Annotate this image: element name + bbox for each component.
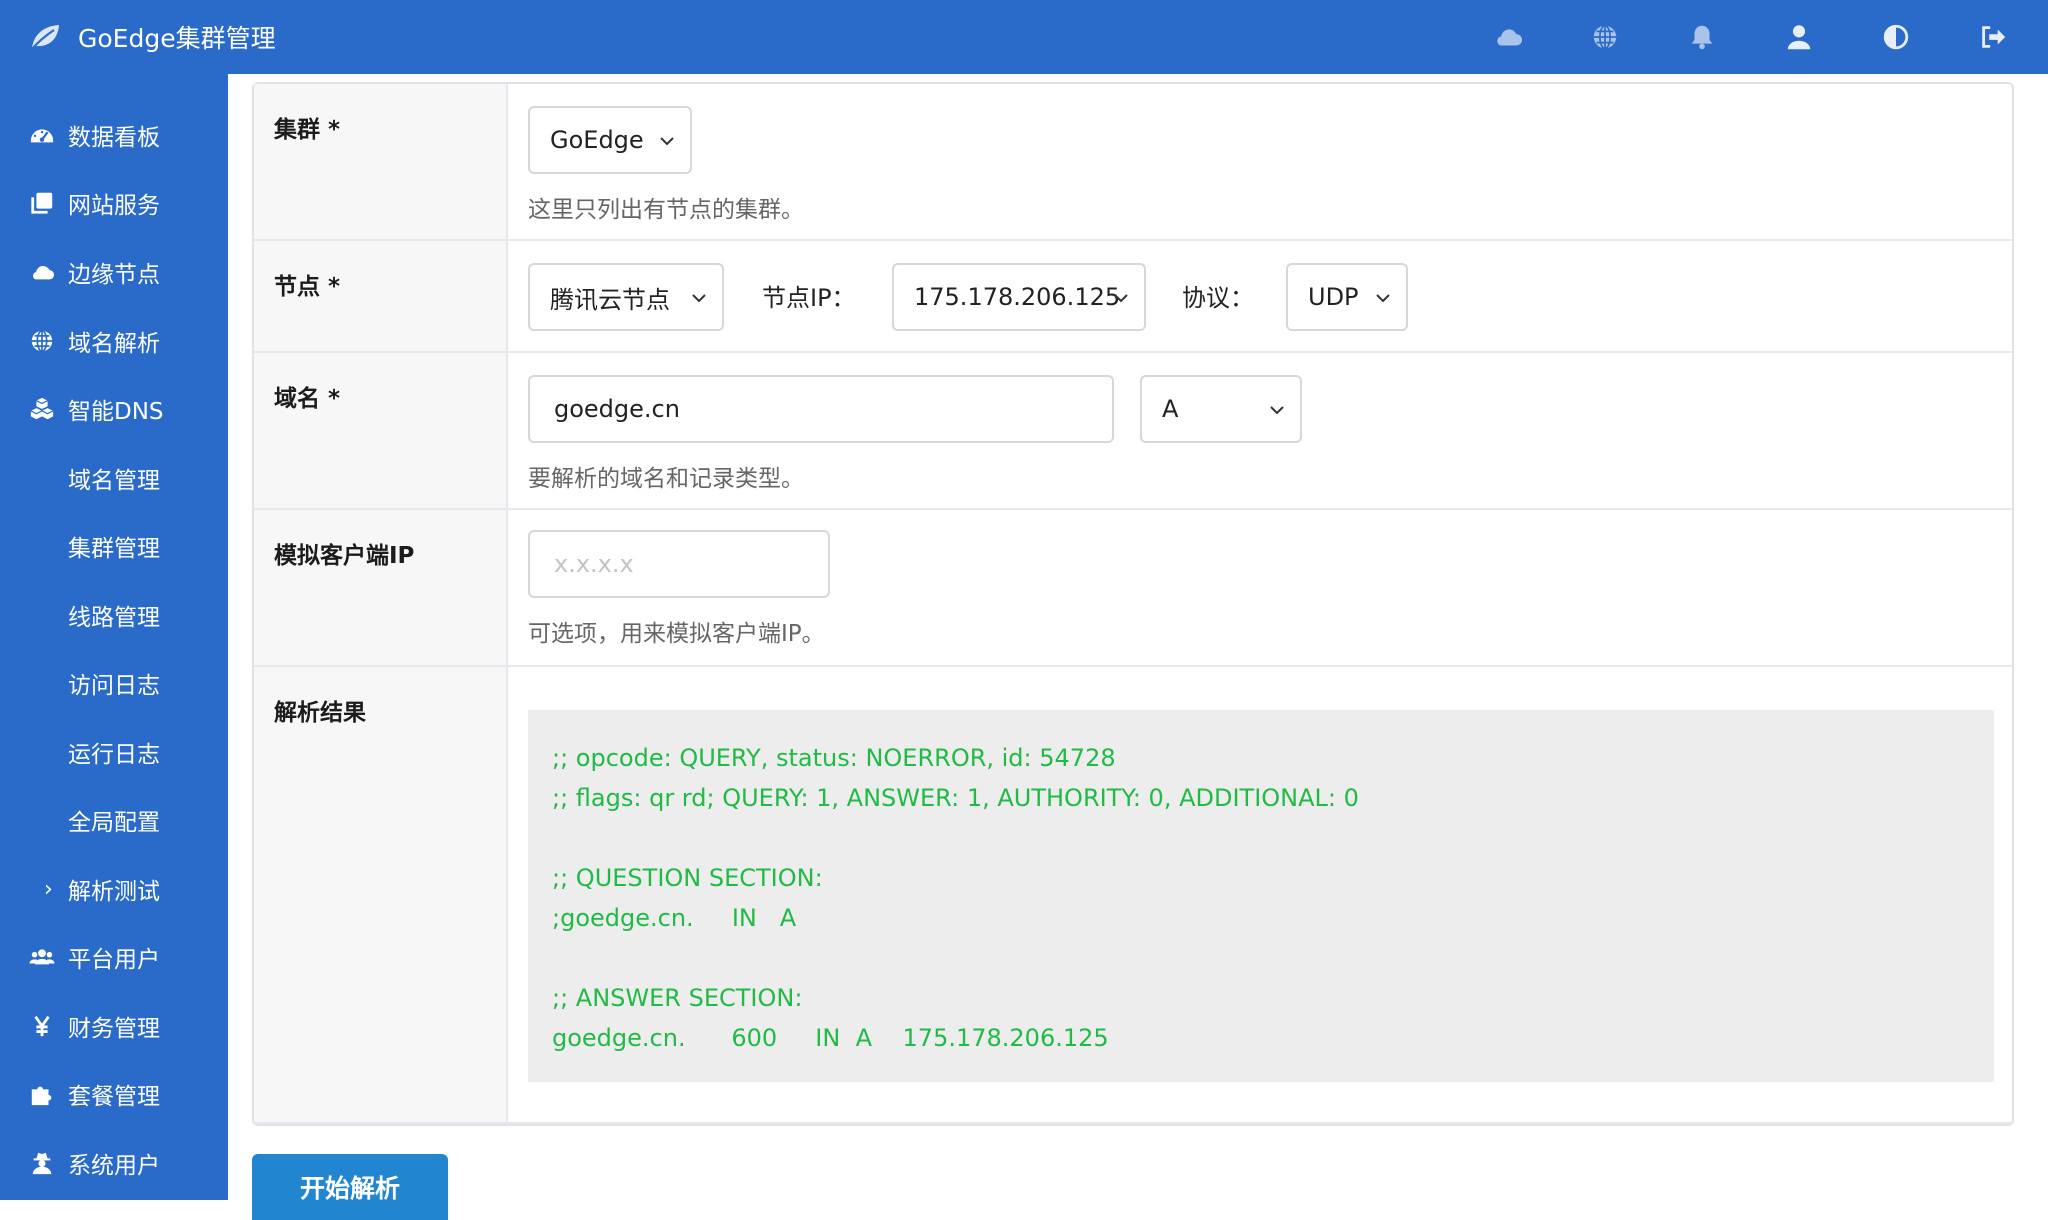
sidebar-item-cluster-management[interactable]: 集群管理: [0, 518, 228, 574]
sidebar-item-packages[interactable]: 套餐管理: [0, 1066, 228, 1122]
sidebar-item-platform-users[interactable]: 平台用户: [0, 929, 228, 985]
sidebar-item-dashboard[interactable]: 数据看板: [0, 107, 228, 163]
field-label-client-ip: 模拟客户端IP: [274, 543, 415, 569]
sidebar-item-label: 集群管理: [68, 536, 160, 562]
logout-icon[interactable]: [1976, 20, 2010, 54]
sidebar-item-smart-dns[interactable]: 智能DNS: [0, 381, 228, 437]
field-label-domain: 域名 *: [274, 386, 341, 412]
sidebar-item-label: 全局配置: [68, 810, 160, 836]
sidebar-item-label: 访问日志: [68, 673, 160, 699]
form-row-domain: 域名 * A 要解析的域名和记录类型。: [254, 353, 2012, 510]
sidebar-item-label: 智能DNS: [68, 399, 164, 425]
result-line: ;goedge.cn. IN A: [552, 904, 797, 932]
result-line: ;; QUESTION SECTION:: [552, 864, 823, 892]
result-line: ;; ANSWER SECTION:: [552, 984, 803, 1012]
contrast-icon[interactable]: [1879, 20, 1913, 54]
puzzle-icon: [27, 1079, 57, 1109]
sidebar-item-label: 平台用户: [68, 947, 160, 973]
client-ip-hint: 可选项，用来模拟客户端IP。: [528, 621, 825, 647]
chevron-down-icon: [1114, 294, 1128, 303]
protocol-select-value: UDP: [1308, 283, 1359, 311]
sidebar-item-system-users[interactable]: 系统用户: [0, 1135, 228, 1191]
chevron-down-icon: [1270, 406, 1284, 415]
field-label-cluster: 集群 *: [274, 117, 341, 143]
sidebar-item-label: 网站服务: [68, 193, 160, 219]
cubes-icon: [27, 394, 57, 424]
result-line: goedge.cn. 600 IN A 175.178.206.125: [552, 1024, 1109, 1052]
result-line: [552, 938, 1970, 978]
node-select[interactable]: 腾讯云节点: [528, 263, 724, 331]
chevron-down-icon: [692, 294, 706, 303]
sidebar-item-finance[interactable]: 财务管理: [0, 998, 228, 1054]
chevron-down-icon: [660, 137, 674, 146]
sidebar-item-websites[interactable]: 网站服务: [0, 175, 228, 231]
sidebar-item-label: 数据看板: [68, 125, 160, 151]
sidebar-item-resolve-test[interactable]: › 解析测试: [0, 861, 228, 917]
yen-icon: [27, 1011, 57, 1041]
node-select-value: 腾讯云节点: [550, 285, 670, 314]
chevron-right-icon: ›: [44, 876, 53, 902]
app-title: GoEdge集群管理: [78, 24, 276, 53]
sidebar-item-edge-nodes[interactable]: 边缘节点: [0, 244, 228, 300]
form-row-client-ip: 模拟客户端IP 可选项，用来模拟客户端IP。: [254, 510, 2012, 667]
result-line: ;; flags: qr rd; QUERY: 1, ANSWER: 1, AU…: [552, 784, 1359, 812]
start-resolve-button[interactable]: 开始解析: [252, 1154, 448, 1220]
node-ip-select-value: 175.178.206.125: [914, 283, 1121, 311]
bell-icon[interactable]: [1685, 20, 1719, 54]
cloud-icon[interactable]: [1491, 20, 1525, 54]
client-ip-input[interactable]: [528, 530, 830, 598]
sidebar-item-label: 解析测试: [68, 879, 160, 905]
brand[interactable]: GoEdge集群管理: [28, 0, 276, 74]
domain-input[interactable]: [528, 375, 1114, 443]
leaf-icon: [30, 25, 59, 51]
globe-icon[interactable]: [1588, 20, 1622, 54]
form-row-node: 节点 * 腾讯云节点 节点IP： 175.178.206.125 协议： UDP: [254, 241, 2012, 353]
sidebar-item-label: 域名解析: [68, 331, 160, 357]
sidebar-item-label: 线路管理: [68, 605, 160, 631]
sidebar-item-label: 财务管理: [68, 1016, 160, 1042]
protocol-select[interactable]: UDP: [1286, 263, 1408, 331]
sidebar-item-global-config[interactable]: 全局配置: [0, 792, 228, 848]
user-secret-icon: [27, 1148, 57, 1178]
sidebar-item-label: 边缘节点: [68, 262, 160, 288]
record-type-select-value: A: [1162, 395, 1179, 423]
sidebar-item-label: 套餐管理: [68, 1084, 160, 1110]
sidebar: 数据看板 网站服务 边缘节点 域名解析 智能DNS 域名管理 集群管理 线路管理…: [0, 74, 228, 1200]
sidebar-item-access-logs[interactable]: 访问日志: [0, 655, 228, 711]
top-bar: GoEdge集群管理: [0, 0, 2048, 74]
users-icon: [27, 942, 57, 972]
cluster-select[interactable]: GoEdge: [528, 106, 692, 174]
cloud-icon: [27, 257, 57, 287]
cluster-select-value: GoEdge: [550, 126, 644, 154]
sidebar-item-dns[interactable]: 域名解析: [0, 313, 228, 369]
cluster-hint: 这里只列出有节点的集群。: [528, 197, 804, 223]
sidebar-item-route-management[interactable]: 线路管理: [0, 587, 228, 643]
chevron-down-icon: [1376, 294, 1390, 303]
resolve-test-form: 集群 * GoEdge 这里只列出有节点的集群。 节点 * 腾讯云节点 节点IP: [252, 82, 2014, 1126]
dashboard-icon: [27, 120, 57, 150]
copy-icon: [27, 188, 57, 218]
form-row-cluster: 集群 * GoEdge 这里只列出有节点的集群。: [254, 84, 2012, 241]
sidebar-item-label: 运行日志: [68, 742, 160, 768]
sidebar-item-label: 系统用户: [68, 1153, 160, 1179]
field-label-node: 节点 *: [274, 274, 341, 300]
domain-hint: 要解析的域名和记录类型。: [528, 466, 804, 492]
globe-icon: [27, 326, 57, 356]
sidebar-item-domain-management[interactable]: 域名管理: [0, 450, 228, 506]
node-ip-select[interactable]: 175.178.206.125: [892, 263, 1146, 331]
main-content: 集群 * GoEdge 这里只列出有节点的集群。 节点 * 腾讯云节点 节点IP: [228, 74, 2048, 1220]
record-type-select[interactable]: A: [1140, 375, 1302, 443]
protocol-label: 协议：: [1182, 284, 1254, 312]
result-line: [552, 818, 1970, 858]
node-ip-label: 节点IP：: [762, 284, 856, 312]
resolve-result-output: ;; opcode: QUERY, status: NOERROR, id: 5…: [528, 710, 1994, 1082]
field-label-result: 解析结果: [274, 700, 366, 726]
result-line: ;; opcode: QUERY, status: NOERROR, id: 5…: [552, 744, 1116, 772]
sidebar-item-run-logs[interactable]: 运行日志: [0, 724, 228, 780]
user-icon[interactable]: [1782, 20, 1816, 54]
sidebar-item-label: 域名管理: [68, 468, 160, 494]
